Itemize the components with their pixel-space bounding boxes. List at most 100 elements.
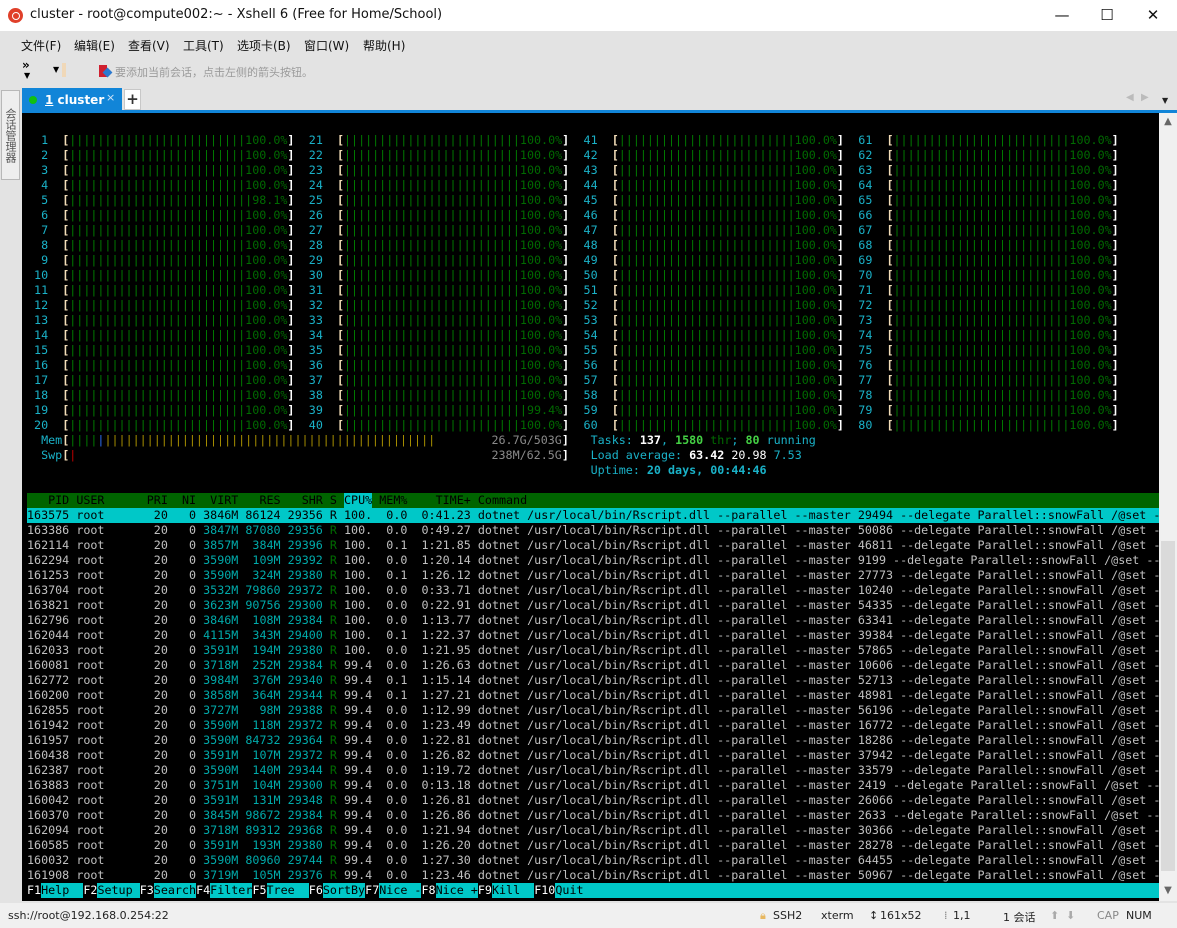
terminal[interactable]: 1 [|||||||||||||||||||||||||100.0%] 2 [|… <box>22 113 1159 901</box>
process-res: 107M <box>245 748 281 762</box>
process-row[interactable]: 163386 root 20 0 3847M 87080 29356 R 100. 0.0 … <box>27 523 1159 538</box>
process-row[interactable]: 160370 root 20 0 3845M 98672 29384 R 99.4 0.0 … <box>27 808 1159 823</box>
add-tab-button[interactable]: + <box>124 89 141 110</box>
column-header-time[interactable]: TIME+ <box>414 493 471 508</box>
toolbar-expand-button[interactable]: » <box>22 58 30 72</box>
process-row[interactable]: 161253 root 20 0 3590M 324M 29380 R 100. 0.1 … <box>27 568 1159 583</box>
cpu-percent: 100.0% <box>245 328 288 342</box>
column-header-nice[interactable]: NI <box>175 493 196 508</box>
fkey-f5[interactable]: F5 <box>252 883 266 898</box>
process-row[interactable]: 162033 root 20 0 3591M 194M 29380 R 100. 0.0 … <box>27 643 1159 658</box>
menu-view[interactable]: 查看(V) <box>128 37 170 54</box>
process-row[interactable]: 160200 root 20 0 3858M 364M 29344 R 99.4 0.1 … <box>27 688 1159 703</box>
process-row[interactable]: 160585 root 20 0 3591M 193M 29380 R 99.4 0.0 … <box>27 838 1159 853</box>
process-row[interactable]: 162772 root 20 0 3984M 376M 29340 R 99.4 0.1 … <box>27 673 1159 688</box>
fkey-label[interactable]: Search <box>153 883 197 898</box>
tab-close-icon[interactable]: × <box>106 91 115 104</box>
cpu-percent: 100.0% <box>794 223 837 237</box>
fkey-f7[interactable]: F7 <box>365 883 379 898</box>
column-header-shr[interactable]: SHR <box>288 493 323 508</box>
menu-tools[interactable]: 工具(T) <box>183 37 224 54</box>
process-cpu-percent: 100. <box>344 628 373 642</box>
meter-bracket: ] <box>562 343 570 357</box>
fkey-f8[interactable]: F8 <box>422 883 436 898</box>
fkey-label[interactable]: Tree <box>266 883 309 898</box>
fkey-f6[interactable]: F6 <box>309 883 323 898</box>
process-row[interactable]: 162387 root 20 0 3590M 140M 29344 R 99.4 0.0 … <box>27 763 1159 778</box>
close-button[interactable]: ✕ <box>1130 0 1176 31</box>
process-row[interactable]: 163575 root 20 0 3846M 86124 29356 R 100. 0.0 … <box>27 508 1159 523</box>
session-dropdown-icon[interactable]: ▼ <box>53 65 59 74</box>
process-row[interactable]: 160042 root 20 0 3591M 131M 29348 R 99.4 0.0 … <box>27 793 1159 808</box>
process-row[interactable]: 160081 root 20 0 3718M 252M 29384 R 99.4 0.0 … <box>27 658 1159 673</box>
process-row[interactable]: 162094 root 20 0 3718M 89312 29368 R 99.4 0.0 … <box>27 823 1159 838</box>
process-row[interactable]: 163704 root 20 0 3532M 79860 29372 R 100. 0.0 … <box>27 583 1159 598</box>
process-row[interactable]: 160438 root 20 0 3591M 107M 29372 R 99.4 0.0 … <box>27 748 1159 763</box>
column-header-command[interactable]: Command <box>478 493 1159 508</box>
column-header-state[interactable]: S <box>330 493 337 508</box>
terminal-scrollbar[interactable]: ▲ ▼ <box>1159 113 1177 901</box>
tab-cluster[interactable]: 1 cluster × <box>22 88 122 111</box>
process-virt: 3590M <box>203 733 239 747</box>
menu-window[interactable]: 窗口(W) <box>304 37 349 54</box>
column-header-user[interactable]: USER <box>76 493 139 508</box>
scroll-up-icon[interactable]: ▲ <box>1159 116 1177 127</box>
tab-prev-icon[interactable]: ◀ <box>1126 92 1134 103</box>
tab-list-icon[interactable]: ▼ <box>1162 96 1168 105</box>
fkey-label[interactable]: Nice + <box>435 883 478 898</box>
process-row[interactable]: 161957 root 20 0 3590M 84732 29364 R 99.4 0.0 … <box>27 733 1159 748</box>
tab-label: 1 cluster <box>45 93 105 107</box>
scroll-down-icon[interactable]: ▼ <box>1159 885 1177 896</box>
column-header-mem-percent[interactable]: MEM% <box>379 493 407 508</box>
menu-file[interactable]: 文件(F) <box>21 37 61 54</box>
column-header-priority[interactable]: PRI <box>147 493 168 508</box>
fkey-label[interactable]: Nice - <box>379 883 422 898</box>
cpu-label: 12 <box>27 298 49 312</box>
scrollbar-thumb[interactable] <box>1161 541 1175 871</box>
menu-tabs[interactable]: 选项卡(B) <box>237 37 291 54</box>
menu-help[interactable]: 帮助(H) <box>363 37 405 54</box>
column-header-res[interactable]: RES <box>245 493 280 508</box>
fkey-f1[interactable]: F1 <box>27 883 41 898</box>
session-manager-toggle[interactable]: 会话管理器 <box>1 90 20 180</box>
fkey-label[interactable]: Filter <box>210 883 253 898</box>
connection-address: ssh://root@192.168.0.254:22 <box>8 909 169 922</box>
process-row[interactable]: 160032 root 20 0 3590M 80960 29744 R 99.4 0.0 … <box>27 853 1159 868</box>
process-row[interactable]: 163821 root 20 0 3623M 90756 29300 R 100. 0.0 … <box>27 598 1159 613</box>
process-user: root <box>76 523 140 537</box>
menu-edit[interactable]: 编辑(E) <box>74 37 115 54</box>
fkey-label[interactable]: Quit <box>555 883 1159 898</box>
fkey-f2[interactable]: F2 <box>83 883 97 898</box>
process-row[interactable]: 161908 root 20 0 3719M 105M 29376 R 99.4 0.0 … <box>27 868 1159 883</box>
column-header-cpu-percent[interactable]: CPU% <box>344 493 373 508</box>
process-row[interactable]: 162855 root 20 0 3727M 98M 29388 R 99.4 0.0 1… <box>27 703 1159 718</box>
column-header-virt[interactable]: VIRT <box>203 493 238 508</box>
fkey-label[interactable]: Help <box>41 883 84 898</box>
tab-next-icon[interactable]: ▶ <box>1141 92 1149 103</box>
process-shr: 29356 <box>287 523 323 537</box>
minimize-button[interactable]: — <box>1039 0 1085 31</box>
process-command: dotnet /usr/local/bin/Rscript.dll --para… <box>477 793 1159 807</box>
fkey-f4[interactable]: F4 <box>196 883 210 898</box>
cpu-percent: 100.0% <box>519 178 563 192</box>
fkey-f10[interactable]: F10 <box>534 883 555 898</box>
fkey-label[interactable]: SortBy <box>322 883 366 898</box>
fkey-label[interactable]: Kill <box>491 883 535 898</box>
process-command: dotnet /usr/local/bin/Rscript.dll --para… <box>477 868 1159 882</box>
fkey-label[interactable]: Setup <box>97 883 140 898</box>
process-row[interactable]: 162044 root 20 0 4115M 343M 29400 R 100. 0.1 … <box>27 628 1159 643</box>
fkey-f9[interactable]: F9 <box>478 883 492 898</box>
process-row[interactable]: 163883 root 20 0 3751M 104M 29300 R 99.4 0.0 … <box>27 778 1159 793</box>
process-row[interactable]: 162114 root 20 0 3857M 384M 29396 R 100. 0.1 … <box>27 538 1159 553</box>
chevron-down-icon[interactable]: ▼ <box>24 71 30 80</box>
process-row[interactable]: 162294 root 20 0 3590M 109M 29392 R 100. 0.0 … <box>27 553 1159 568</box>
cpu-meter: 9 [|||||||||||||||||||||||||100.0%] <box>27 253 294 268</box>
column-header-pid[interactable]: PID <box>27 493 69 508</box>
meter-bracket: ] <box>836 253 844 267</box>
fkey-f3[interactable]: F3 <box>140 883 154 898</box>
maximize-button[interactable]: ☐ <box>1084 0 1130 31</box>
process-row[interactable]: 162796 root 20 0 3846M 108M 29384 R 100. 0.0 … <box>27 613 1159 628</box>
process-row[interactable]: 161942 root 20 0 3590M 118M 29372 R 99.4 0.0 … <box>27 718 1159 733</box>
connected-status-icon <box>29 96 37 104</box>
process-virt: 3718M <box>203 823 239 837</box>
